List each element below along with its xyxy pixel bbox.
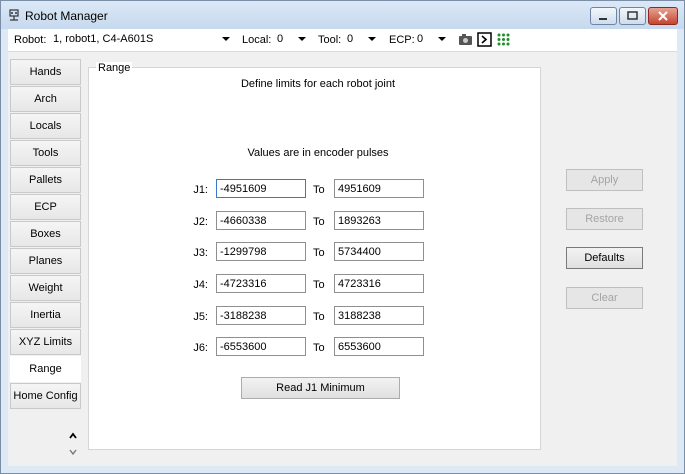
chevron-down-icon: [298, 37, 306, 41]
defaults-button[interactable]: Defaults: [566, 247, 643, 269]
ecp-select[interactable]: 0: [414, 31, 450, 48]
sidebar-item-hands[interactable]: Hands: [10, 59, 81, 85]
ecp-select-value: 0: [417, 33, 424, 45]
j4-min-input[interactable]: [216, 274, 306, 293]
joint-label-j5: J5:: [193, 311, 208, 323]
local-select[interactable]: 0: [274, 31, 310, 48]
to-label: To: [313, 279, 325, 291]
range-heading: Define limits for each robot joint: [240, 78, 396, 90]
local-label: Local:: [242, 34, 272, 46]
tool-label: Tool:: [318, 34, 342, 46]
sidebar-item-xyz-limits[interactable]: XYZ Limits: [10, 329, 81, 355]
sidebar: Hands Arch Locals Tools Pallets ECP Boxe…: [10, 59, 81, 461]
tool-select[interactable]: 0: [344, 31, 380, 48]
close-button[interactable]: [648, 7, 678, 25]
ecp-label: ECP:: [389, 34, 415, 46]
restore-button[interactable]: Restore: [566, 208, 643, 230]
to-label: To: [313, 342, 325, 354]
io-grid-icon[interactable]: [496, 32, 511, 47]
joint-label-j3: J3:: [193, 247, 208, 259]
sidebar-item-range[interactable]: Range: [10, 356, 81, 382]
sidebar-item-home-config[interactable]: Home Config: [10, 383, 81, 409]
maximize-button[interactable]: [619, 7, 646, 25]
tool-select-value: 0: [347, 33, 354, 45]
robot-manager-window: Robot Manager Robot: 1, robot1, C4-A601S…: [0, 0, 685, 474]
robot-select[interactable]: 1, robot1, C4-A601S: [50, 31, 234, 48]
minimize-icon: [599, 18, 607, 20]
sidebar-item-arch[interactable]: Arch: [10, 86, 81, 112]
to-label: To: [313, 247, 325, 259]
scroll-up-icon[interactable]: [68, 431, 78, 441]
j4-max-input[interactable]: [334, 274, 424, 293]
title-bar[interactable]: Robot Manager: [1, 1, 684, 29]
sidebar-item-tools[interactable]: Tools: [10, 140, 81, 166]
sidebar-item-weight[interactable]: Weight: [10, 275, 81, 301]
j6-max-input[interactable]: [334, 337, 424, 356]
robot-label: Robot:: [14, 34, 47, 46]
read-j1-minimum-button[interactable]: Read J1 Minimum: [241, 377, 400, 399]
j3-min-input[interactable]: [216, 242, 306, 261]
j1-min-input[interactable]: [216, 179, 306, 198]
joint-label-j1: J1:: [193, 184, 208, 196]
to-label: To: [313, 216, 325, 228]
j5-max-input[interactable]: [334, 306, 424, 325]
clear-button[interactable]: Clear: [566, 287, 643, 309]
robot-select-value: 1, robot1, C4-A601S: [53, 33, 154, 45]
joint-label-j6: J6:: [193, 342, 208, 354]
j2-max-input[interactable]: [334, 211, 424, 230]
window-title: Robot Manager: [25, 9, 108, 23]
chevron-down-icon: [222, 37, 230, 41]
client-area: Robot: 1, robot1, C4-A601S Local: 0 Tool…: [8, 29, 677, 466]
joint-label-j4: J4:: [193, 279, 208, 291]
j5-min-input[interactable]: [216, 306, 306, 325]
apply-button[interactable]: Apply: [566, 169, 643, 191]
sidebar-item-locals[interactable]: Locals: [10, 113, 81, 139]
close-icon: [658, 11, 668, 21]
scroll-down-icon[interactable]: [68, 447, 78, 457]
maximize-icon: [627, 11, 638, 20]
to-label: To: [313, 311, 325, 323]
sidebar-item-pallets[interactable]: Pallets: [10, 167, 81, 193]
sidebar-item-boxes[interactable]: Boxes: [10, 221, 81, 247]
robot-manager-icon: [9, 9, 19, 21]
j2-min-input[interactable]: [216, 211, 306, 230]
local-select-value: 0: [277, 33, 284, 45]
to-label: To: [313, 184, 325, 196]
chevron-down-icon: [368, 37, 376, 41]
camera-icon[interactable]: [458, 32, 473, 47]
terminal-icon[interactable]: [477, 32, 492, 47]
j3-max-input[interactable]: [334, 242, 424, 261]
j6-min-input[interactable]: [216, 337, 306, 356]
robot-toolbar: Robot: 1, robot1, C4-A601S Local: 0 Tool…: [8, 29, 677, 52]
chevron-down-icon: [438, 37, 446, 41]
units-note: Values are in encoder pulses: [247, 147, 389, 159]
minimize-button[interactable]: [590, 7, 617, 25]
sidebar-item-planes[interactable]: Planes: [10, 248, 81, 274]
joint-label-j2: J2:: [193, 216, 208, 228]
sidebar-item-inertia[interactable]: Inertia: [10, 302, 81, 328]
range-panel-legend: Range: [96, 62, 133, 74]
j1-max-input[interactable]: [334, 179, 424, 198]
sidebar-item-ecp[interactable]: ECP: [10, 194, 81, 220]
